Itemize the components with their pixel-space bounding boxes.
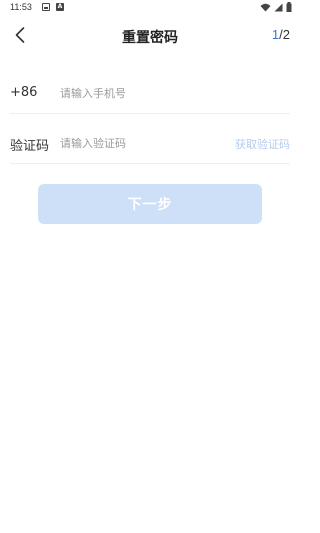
status-icons [260,2,292,12]
code-label: 验证码 [10,139,50,154]
code-input[interactable] [60,132,220,154]
battery-icon [286,2,292,12]
phone-row: +86 [10,72,290,114]
page-title: 重置密码 [122,30,178,46]
next-button[interactable]: 下一步 [38,184,262,224]
step-indicator: 1/2 [272,27,290,42]
status-time: 11:53 [10,2,32,12]
chevron-left-icon [15,27,25,43]
country-code[interactable]: +86 [10,85,37,100]
back-button[interactable] [10,24,32,46]
signal-icon [274,3,283,11]
step-total: /2 [279,27,290,42]
a-icon: A [56,3,64,11]
status-bar: 11:53 A [0,0,300,16]
code-row: 验证码 获取验证码 [10,122,290,164]
phone-input[interactable] [60,82,280,104]
wifi-icon [260,3,271,11]
image-icon [42,3,50,11]
get-code-button[interactable]: 获取验证码 [235,136,290,152]
header: 重置密码 1/2 [0,20,300,50]
